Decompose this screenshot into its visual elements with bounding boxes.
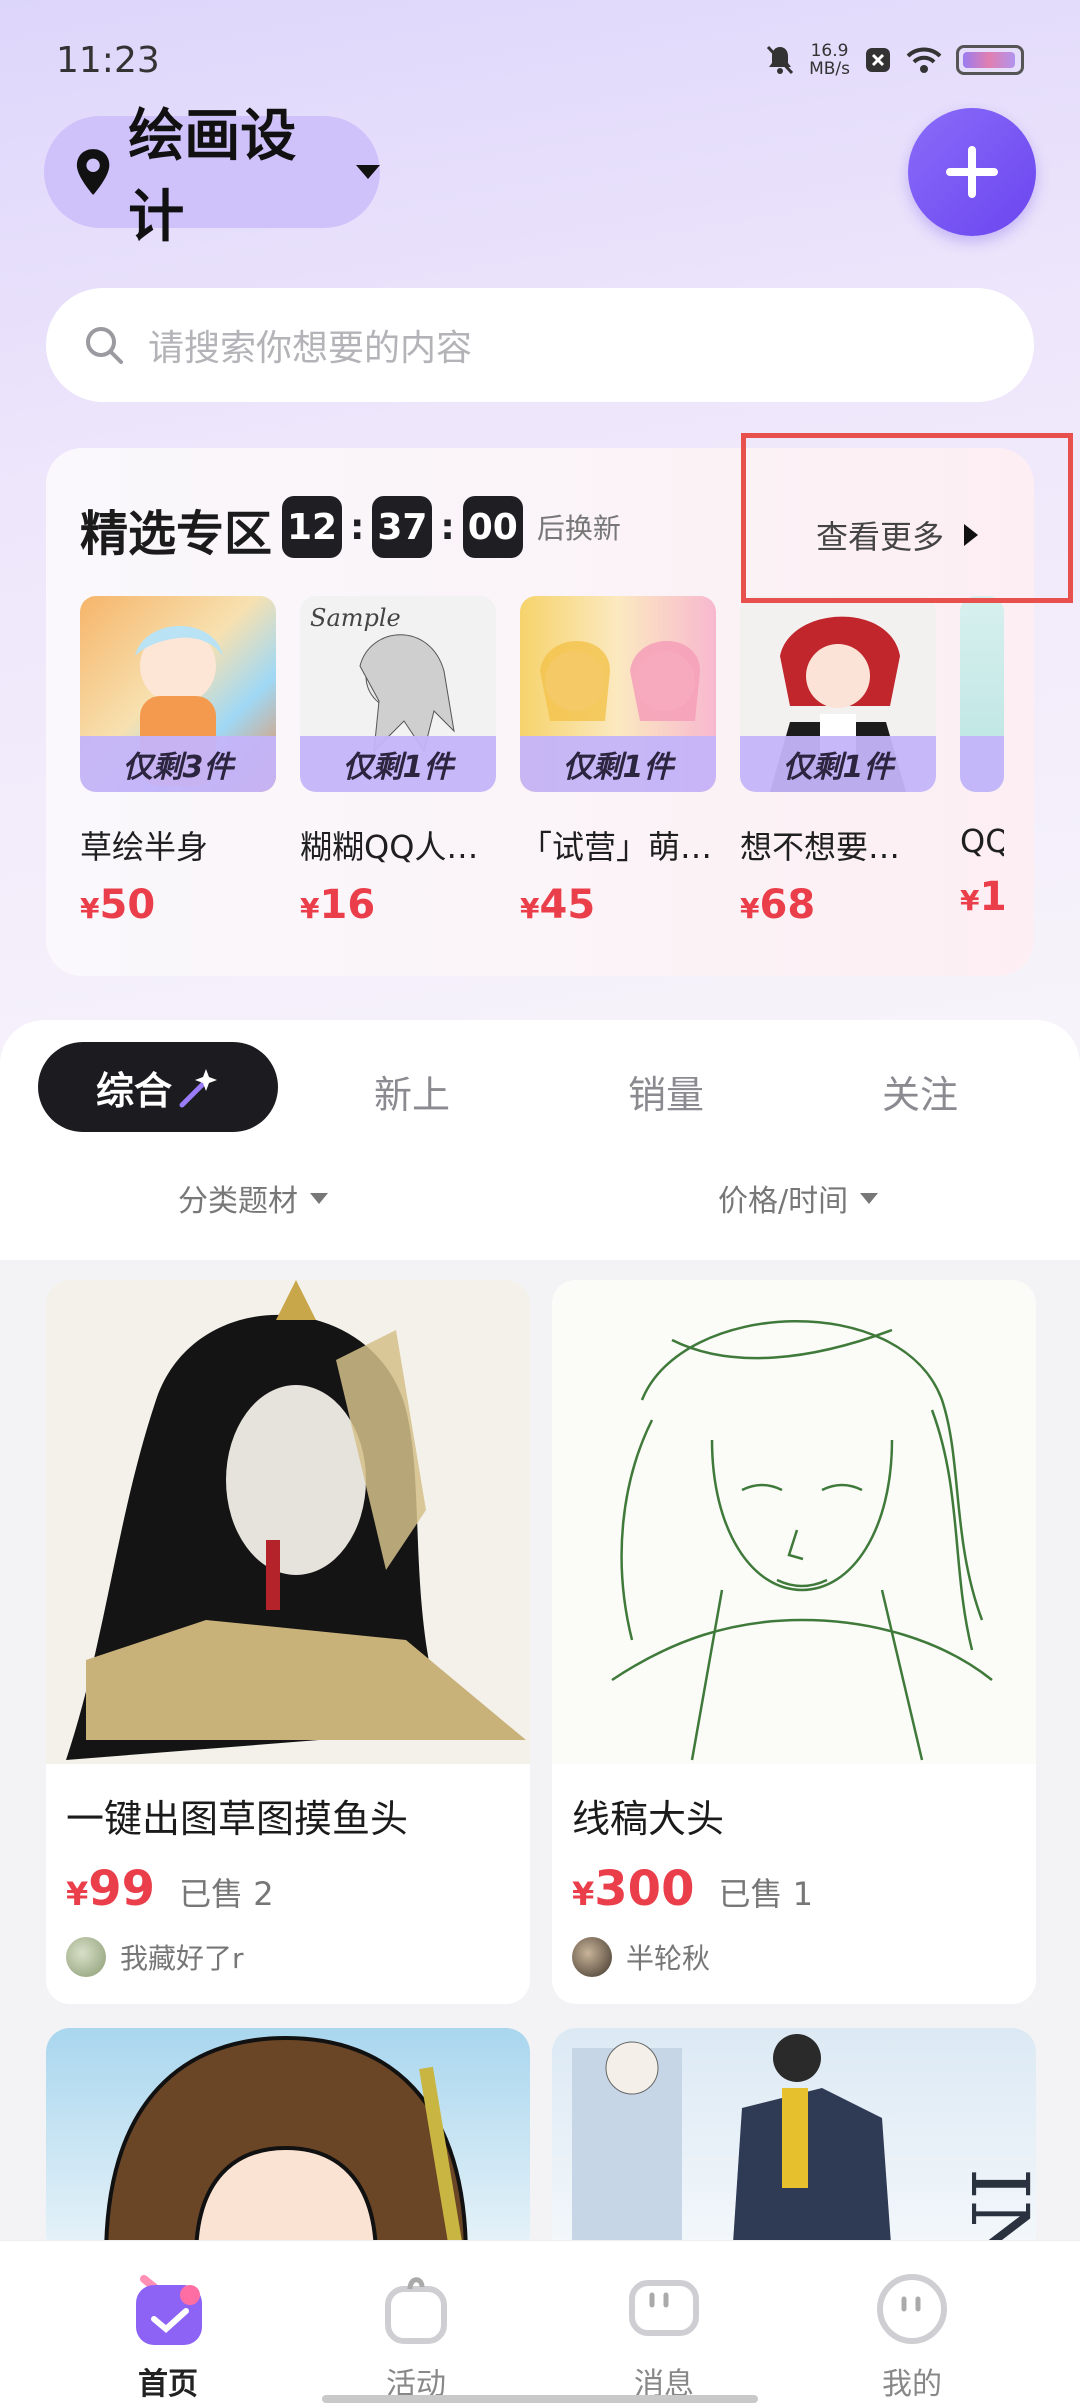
product-name: QQ <box>960 822 1004 860</box>
search-placeholder: 请搜索你想要的内容 <box>148 328 473 369</box>
activity-bag-icon <box>385 2277 447 2344</box>
listing-image <box>552 1280 1036 1764</box>
featured-products: 仅剩3件 草绘半身 ¥50 Sample 仅剩1件 糊糊QQ人… ¥16 仅剩1… <box>80 596 1004 928</box>
listing-price: 300 <box>594 1861 695 1917</box>
avatar <box>572 1937 612 1977</box>
battery-icon <box>956 45 1024 75</box>
stock-badge: 仅剩1件 <box>520 736 716 792</box>
bottom-navigation: 首页 活动 消息 我的 <box>0 2240 1080 2408</box>
listing-title: 线稿大头 <box>572 1797 725 1841</box>
timer-hours: 12 <box>282 496 342 558</box>
tab-comprehensive[interactable]: 综合 <box>38 1042 278 1132</box>
home-icon <box>136 2275 202 2345</box>
stock-badge: 仅剩1件 <box>740 736 936 792</box>
listing-price: 99 <box>88 1861 156 1917</box>
location-pin-icon <box>76 149 110 195</box>
listing-card[interactable]: IND <box>552 2028 1036 2258</box>
add-button[interactable] <box>908 108 1036 236</box>
product-image: 仅剩3件 <box>80 596 276 792</box>
product-image: Sample 仅剩1件 <box>300 596 496 792</box>
profile-icon <box>877 2274 947 2344</box>
wifi-icon <box>906 47 942 73</box>
product-card[interactable]: Sample 仅剩1件 糊糊QQ人… ¥16 <box>300 596 496 928</box>
product-card[interactable]: 仅剩3件 草绘半身 ¥50 <box>80 596 276 928</box>
tab-following[interactable]: 关注 <box>882 1064 958 1119</box>
listing-image <box>46 2028 530 2258</box>
category-label: 绘画设计 <box>128 104 297 250</box>
timer-seconds: 00 <box>462 496 523 558</box>
chevron-down-icon <box>310 1192 328 1204</box>
product-image: 仅剩1件 <box>740 596 936 792</box>
listing-price-row: ¥99 已售 2 <box>66 1861 274 1917</box>
sparkle-icon <box>179 1069 217 1108</box>
feed-tabs-area: 综合 新上 销量 关注 分类题材 价格/时间 <box>0 1020 1080 1260</box>
price-time-sort[interactable]: 价格/时间 <box>718 1176 879 1220</box>
author-row[interactable]: 我藏好了r <box>66 1937 530 1977</box>
stock-badge: 仅剩3件 <box>80 736 276 792</box>
product-card[interactable]: 仅剩1件 想不想要… ¥68 <box>740 596 936 928</box>
chevron-down-icon <box>860 1192 879 1204</box>
timer-minutes: 37 <box>372 496 433 558</box>
nav-home[interactable]: 首页 <box>78 2265 258 2403</box>
product-image <box>960 596 1004 792</box>
home-indicator <box>322 2395 758 2403</box>
nav-activity[interactable]: 活动 <box>326 2265 506 2403</box>
product-price: ¥16 <box>300 882 376 928</box>
nav-profile[interactable]: 我的 <box>822 2265 1002 2403</box>
countdown-timer: 12 : 37 : 00 后换新 <box>282 496 621 558</box>
nav-messages[interactable]: 消息 <box>574 2265 754 2403</box>
product-image: 仅剩1件 <box>520 596 716 792</box>
product-card[interactable]: 仅剩1件 「试营」萌… ¥45 <box>520 596 716 928</box>
author-name: 我藏好了r <box>120 1942 244 1975</box>
product-name: 草绘半身 <box>80 828 209 866</box>
plus-icon <box>946 146 998 198</box>
product-name: 糊糊QQ人… <box>300 828 479 866</box>
stock-badge <box>960 736 1004 792</box>
mute-bell-icon <box>766 45 794 75</box>
tab-sales[interactable]: 销量 <box>628 1064 704 1119</box>
product-price: ¥68 <box>740 882 816 928</box>
product-price: ¥1! <box>960 874 1004 920</box>
listing-image: IND <box>552 2028 1036 2258</box>
listing-card[interactable]: 一键出图草图摸鱼头 ¥99 已售 2 我藏好了r <box>46 1280 530 2004</box>
sold-count: 已售 2 <box>179 1875 274 1913</box>
network-speed: 16.9 MB/s <box>809 41 850 79</box>
sold-count: 已售 1 <box>718 1875 814 1913</box>
category-filter[interactable]: 分类题材 <box>178 1176 328 1220</box>
author-row[interactable]: 半轮秋 <box>572 1937 1036 1977</box>
category-location-selector[interactable]: 绘画设计 <box>44 104 380 250</box>
product-price: ¥45 <box>520 882 596 928</box>
search-input[interactable]: 请搜索你想要的内容 <box>46 288 1034 402</box>
listing-card[interactable]: 线稿大头 ¥300 已售 1 半轮秋 <box>552 1280 1036 2004</box>
chevron-down-icon <box>356 165 380 179</box>
product-price: ¥50 <box>80 882 156 928</box>
status-time: 11:23 <box>56 40 160 81</box>
message-icon <box>629 2280 699 2336</box>
search-icon <box>86 327 123 364</box>
product-name: 想不想要… <box>740 828 901 866</box>
svg-text:Sample: Sample <box>310 604 401 632</box>
author-name: 半轮秋 <box>626 1942 711 1975</box>
timer-suffix: 后换新 <box>536 512 621 545</box>
sim-off-icon <box>866 48 890 72</box>
product-name: 「试营」萌… <box>520 828 713 866</box>
highlight-annotation-box <box>741 433 1073 603</box>
stock-badge: 仅剩1件 <box>300 736 496 792</box>
avatar <box>66 1937 106 1977</box>
featured-title: 精选专区 <box>80 506 273 562</box>
listing-title: 一键出图草图摸鱼头 <box>66 1797 409 1841</box>
listing-image <box>46 1280 530 1764</box>
listing-price-row: ¥300 已售 1 <box>572 1861 814 1917</box>
listing-card[interactable] <box>46 2028 530 2258</box>
product-card[interactable]: QQ ¥1! <box>960 596 1004 928</box>
tab-new[interactable]: 新上 <box>374 1064 450 1119</box>
status-icons: 16.9 MB/s <box>765 42 1024 78</box>
